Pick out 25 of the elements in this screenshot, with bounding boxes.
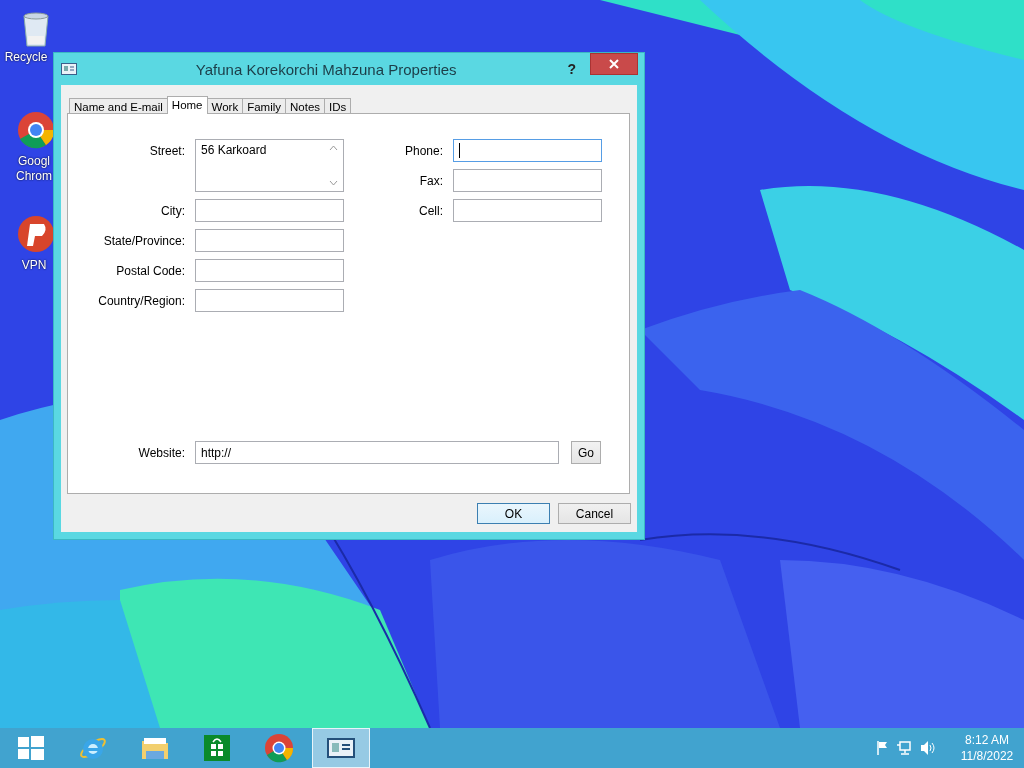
help-button[interactable]: ? xyxy=(567,61,576,77)
dialog-button[interactable]: Cancel xyxy=(558,503,631,524)
tab[interactable]: Home xyxy=(166,96,208,114)
text-area[interactable]: 56 Karkoard xyxy=(195,139,344,192)
field-label: City: xyxy=(160,203,185,218)
go-button[interactable]: Go xyxy=(571,441,601,464)
field-label: Fax: xyxy=(418,173,443,188)
tab[interactable]: Notes xyxy=(285,98,326,113)
icon-label: Googl Chrom xyxy=(15,154,53,184)
field-label: Country/Region: xyxy=(97,293,185,308)
field-label: State/Province: xyxy=(102,233,185,248)
input-field[interactable]: http:// xyxy=(195,441,559,464)
field-label: Phone: xyxy=(403,143,443,158)
field-label: Cell: xyxy=(418,203,443,218)
dialog-button[interactable]: OK xyxy=(477,503,550,524)
field-label: Postal Code: xyxy=(115,263,185,278)
field-label: Street: xyxy=(148,143,185,158)
icon-label: VPN xyxy=(20,258,48,273)
window-title: Yafuna Korekorchi Mahzuna Properties xyxy=(194,60,458,78)
icon-label: Recycle xyxy=(3,50,49,65)
tab[interactable]: IDs xyxy=(324,98,352,113)
tab[interactable]: Family xyxy=(242,98,287,113)
tab[interactable]: Name and E-mail xyxy=(69,98,168,113)
field-label: Website: xyxy=(137,445,185,460)
field-value: 56 Karkoard xyxy=(201,142,267,159)
